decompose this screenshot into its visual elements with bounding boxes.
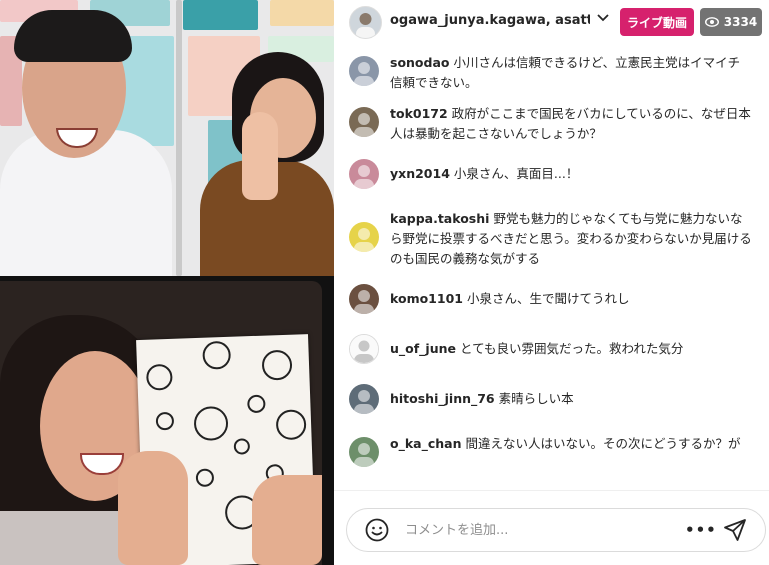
comment-text: sonodao 小川さんは信頼できるけど、立憲民主党はイマイチ信頼できない。 — [390, 53, 752, 93]
user-avatar-icon — [356, 13, 375, 38]
viewer-count: 3334 — [723, 15, 758, 29]
video-feed-top — [0, 0, 334, 276]
comment-username[interactable]: komo1101 — [390, 291, 463, 306]
emoji-icon[interactable] — [365, 518, 389, 542]
comment-text: komo1101 小泉さん、生で聞けてうれし — [390, 289, 752, 309]
comment-text: tok0172 政府がここまで国民をバカにしているのに、なぜ日本人は暴動を起こさな… — [390, 104, 752, 144]
user-avatar-icon — [349, 159, 379, 189]
comment-input[interactable] — [405, 519, 655, 541]
comment-list: sonodao 小川さんは信頼できるけど、立憲民主党はイマイチ信頼できない。 to… — [334, 44, 769, 490]
comment-body: 間違えない人はいない。その次にどうするか？が — [465, 436, 741, 451]
comment-item: sonodao 小川さんは信頼できるけど、立憲民主党はイマイチ信頼できない。 — [334, 51, 769, 95]
video-feed-bottom — [0, 281, 322, 565]
comment-username[interactable]: o_ka_chan — [390, 436, 461, 451]
comment-item: hitoshi_jinn_76 素晴らしい本 — [334, 384, 769, 418]
poster — [176, 0, 182, 276]
host-username[interactable]: ogawa_junya.kagawa, asatte2... — [390, 13, 590, 28]
comment-avatar[interactable] — [349, 437, 379, 467]
hand-right — [252, 475, 322, 565]
comment-avatar[interactable] — [349, 107, 379, 137]
live-video-area — [0, 0, 334, 565]
comment-avatar[interactable] — [349, 284, 379, 314]
live-chat-panel: ogawa_junya.kagawa, asatte2... ライブ動画 333… — [334, 0, 769, 565]
comment-item: kappa.takoshi 野党も魅力的じゃなくても与党に魅力ないなら野党に投票す… — [334, 209, 769, 275]
hand-left — [118, 451, 188, 565]
comment-username[interactable]: yxn2014 — [390, 166, 450, 181]
comment-username[interactable]: u_of_june — [390, 341, 456, 356]
comment-avatar[interactable] — [349, 159, 379, 189]
comment-avatar[interactable] — [349, 56, 379, 86]
chevron-down-icon[interactable] — [596, 10, 610, 24]
comment-username[interactable]: sonodao — [390, 55, 450, 70]
live-header: ogawa_junya.kagawa, asatte2... ライブ動画 333… — [334, 0, 769, 44]
comment-avatar[interactable] — [349, 222, 379, 252]
user-avatar-icon — [349, 107, 379, 137]
user-avatar-icon — [350, 335, 378, 363]
poster — [183, 0, 258, 30]
comment-text: kappa.takoshi 野党も魅力的じゃなくても与党に魅力ないなら野党に投票す… — [390, 209, 752, 269]
comment-text: hitoshi_jinn_76 素晴らしい本 — [390, 389, 752, 409]
viewer-count-badge: 3334 — [700, 8, 762, 36]
comment-item: u_of_june とても良い雰囲気だった。救われた気分 — [334, 334, 769, 368]
more-options-button[interactable]: ••• — [685, 519, 716, 541]
poster — [270, 0, 334, 26]
user-avatar-icon — [349, 284, 379, 314]
divider — [334, 490, 769, 491]
comment-username[interactable]: tok0172 — [390, 106, 448, 121]
user-avatar-icon — [349, 437, 379, 467]
comment-text: o_ka_chan 間違えない人はいない。その次にどうするか？が — [390, 434, 752, 454]
comment-text: u_of_june とても良い雰囲気だった。救われた気分 — [390, 339, 752, 359]
comment-body: 素晴らしい本 — [498, 391, 574, 406]
comment-text: yxn2014 小泉さん、真面目...！ — [390, 164, 752, 184]
comment-item: tok0172 政府がここまで国民をバカにしているのに、なぜ日本人は暴動を起こさな… — [334, 102, 769, 146]
user-avatar-icon — [349, 56, 379, 86]
user-avatar-icon — [349, 222, 379, 252]
comment-body: 小泉さん、生で聞けてうれし — [466, 291, 630, 306]
comment-username[interactable]: kappa.takoshi — [390, 211, 489, 226]
live-badge: ライブ動画 — [620, 8, 694, 36]
comment-username[interactable]: hitoshi_jinn_76 — [390, 391, 495, 406]
eye-icon — [704, 17, 719, 27]
comment-bar: ••• — [346, 508, 766, 552]
person-man-hair — [14, 10, 132, 62]
comment-item: o_ka_chan 間違えない人はいない。その次にどうするか？が — [334, 432, 769, 476]
comment-avatar[interactable] — [349, 334, 379, 364]
user-avatar-icon — [349, 384, 379, 414]
comment-item: yxn2014 小泉さん、真面目...！ — [334, 159, 769, 193]
comment-body: とても良い雰囲気だった。救われた気分 — [460, 341, 684, 356]
host-avatar[interactable] — [349, 6, 382, 39]
comment-avatar[interactable] — [349, 384, 379, 414]
person-woman-hands — [242, 112, 278, 200]
comment-body: 小泉さん、真面目...！ — [453, 166, 579, 181]
send-icon[interactable] — [723, 518, 747, 542]
comment-item: komo1101 小泉さん、生で聞けてうれし — [334, 284, 769, 318]
